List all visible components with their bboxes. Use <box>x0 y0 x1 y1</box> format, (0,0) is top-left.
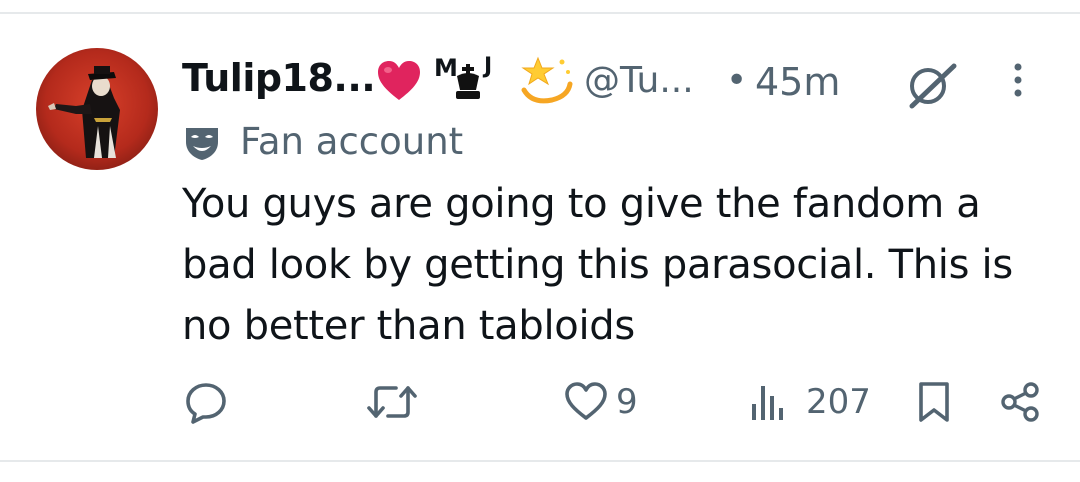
bottom-divider <box>0 460 1080 462</box>
top-divider <box>0 12 1080 14</box>
bookmark-button[interactable] <box>916 380 952 428</box>
repost-icon <box>367 386 417 418</box>
repost-button[interactable] <box>366 380 418 428</box>
reply-button[interactable] <box>184 380 228 428</box>
like-count: 9 <box>616 382 638 422</box>
reply-icon <box>186 383 226 424</box>
timestamp[interactable]: 45m <box>755 60 840 104</box>
chess-king-icon <box>452 64 484 104</box>
badge-letter-j: J <box>484 54 493 79</box>
action-bar: 9 207 <box>0 380 1080 430</box>
grok-icon[interactable] <box>904 62 962 114</box>
tweet-text: You guys are going to give the fandom a … <box>182 181 1013 349</box>
view-count: 207 <box>806 382 871 422</box>
share-icon <box>1001 382 1039 422</box>
display-name[interactable]: Tulip18... <box>182 56 376 100</box>
user-handle[interactable]: @Tu... <box>584 60 694 101</box>
more-vertical-icon[interactable] <box>1006 62 1030 106</box>
red-heart-icon <box>376 60 422 106</box>
views-chart-icon <box>752 386 783 420</box>
views-button[interactable] <box>748 380 788 428</box>
separator-dot: • <box>726 60 748 101</box>
mask-icon <box>182 124 222 166</box>
account-label-text: Fan account <box>240 120 464 163</box>
share-button[interactable] <box>998 380 1042 428</box>
dizzy-star-icon <box>518 54 574 108</box>
like-button[interactable] <box>564 380 608 428</box>
avatar[interactable] <box>36 48 158 170</box>
heart-icon <box>565 382 607 420</box>
tweet-header: Tulip18... M J @Tu... • 45m <box>182 54 1062 110</box>
bookmark-icon <box>919 382 949 422</box>
